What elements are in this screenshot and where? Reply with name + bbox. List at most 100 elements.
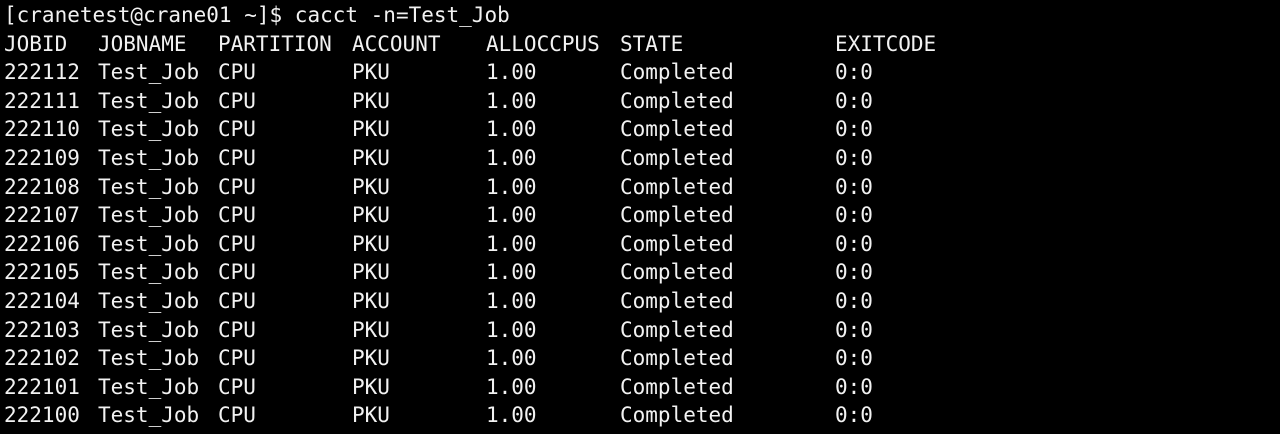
cell-state: Completed	[620, 60, 734, 85]
cell-jobid: 222112	[4, 60, 80, 85]
cell-jobid: 222104	[4, 288, 80, 313]
cell-exitcode: 0:0	[835, 288, 873, 313]
cell-jobname: Test_Job	[98, 346, 200, 371]
cell-jobname: Test_Job	[98, 260, 200, 285]
table-row: 222112 Test_Job CPU PKU 1.00 Completed 0:0	[0, 58, 1280, 87]
cell-state: Completed	[620, 117, 734, 142]
table-row: 222109 Test_Job CPU PKU 1.00 Completed 0:0	[0, 144, 1280, 173]
cell-jobid: 222105	[4, 260, 80, 285]
cell-jobid: 222109	[4, 145, 80, 170]
cell-state: Completed	[620, 317, 734, 342]
cell-alloccpus: 1.00	[486, 88, 537, 113]
cell-exitcode: 0:0	[835, 374, 873, 399]
cell-jobname: Test_Job	[98, 60, 200, 85]
table-row: 222101 Test_Job CPU PKU 1.00 Completed 0:0	[0, 373, 1280, 402]
command-line: [cranetest@crane01 ~]$ cacct -n=Test_Job	[0, 1, 1280, 30]
cell-jobname: Test_Job	[98, 88, 200, 113]
cell-jobid: 222111	[4, 88, 80, 113]
cell-account: PKU	[352, 145, 390, 170]
cell-partition: CPU	[218, 88, 256, 113]
cell-jobid: 222107	[4, 203, 80, 228]
cell-partition: CPU	[218, 374, 256, 399]
cell-exitcode: 0:0	[835, 260, 873, 285]
cell-exitcode: 0:0	[835, 117, 873, 142]
table-row: 222105 Test_Job CPU PKU 1.00 Completed 0:0	[0, 258, 1280, 287]
cell-jobid: 222108	[4, 174, 80, 199]
table-row: 222110 Test_Job CPU PKU 1.00 Completed 0:0	[0, 115, 1280, 144]
cell-partition: CPU	[218, 403, 256, 428]
cell-partition: CPU	[218, 117, 256, 142]
cell-state: Completed	[620, 203, 734, 228]
cell-account: PKU	[352, 317, 390, 342]
cell-exitcode: 0:0	[835, 60, 873, 85]
cell-jobid: 222110	[4, 117, 80, 142]
cell-alloccpus: 1.00	[486, 145, 537, 170]
cell-state: Completed	[620, 231, 734, 256]
cell-partition: CPU	[218, 346, 256, 371]
cell-account: PKU	[352, 346, 390, 371]
cell-exitcode: 0:0	[835, 174, 873, 199]
header-jobname: JOBNAME	[98, 31, 187, 56]
cell-partition: CPU	[218, 174, 256, 199]
cell-alloccpus: 1.00	[486, 231, 537, 256]
table-row: 222108 Test_Job CPU PKU 1.00 Completed 0:0	[0, 173, 1280, 202]
cell-partition: CPU	[218, 145, 256, 170]
cell-alloccpus: 1.00	[486, 317, 537, 342]
cell-jobname: Test_Job	[98, 203, 200, 228]
cell-alloccpus: 1.00	[486, 403, 537, 428]
cell-account: PKU	[352, 260, 390, 285]
cell-jobid: 222106	[4, 231, 80, 256]
cell-state: Completed	[620, 346, 734, 371]
table-header-row: JOBID JOBNAME PARTITION ACCOUNT ALLOCCPU…	[0, 30, 1280, 59]
cell-state: Completed	[620, 288, 734, 313]
cell-alloccpus: 1.00	[486, 117, 537, 142]
command-text: cacct -n=Test_Job	[294, 3, 510, 27]
cell-alloccpus: 1.00	[486, 346, 537, 371]
table-row: 222100 Test_Job CPU PKU 1.00 Completed 0:0	[0, 401, 1280, 430]
cell-account: PKU	[352, 288, 390, 313]
cell-exitcode: 0:0	[835, 88, 873, 113]
cell-account: PKU	[352, 231, 390, 256]
cell-jobname: Test_Job	[98, 403, 200, 428]
cell-state: Completed	[620, 374, 734, 399]
cell-exitcode: 0:0	[835, 317, 873, 342]
table-row: 222106 Test_Job CPU PKU 1.00 Completed 0:0	[0, 230, 1280, 259]
cell-account: PKU	[352, 117, 390, 142]
cell-partition: CPU	[218, 288, 256, 313]
cell-jobname: Test_Job	[98, 374, 200, 399]
cell-jobname: Test_Job	[98, 145, 200, 170]
cell-account: PKU	[352, 374, 390, 399]
cell-exitcode: 0:0	[835, 403, 873, 428]
cell-exitcode: 0:0	[835, 145, 873, 170]
cell-exitcode: 0:0	[835, 203, 873, 228]
cell-jobid: 222103	[4, 317, 80, 342]
cell-alloccpus: 1.00	[486, 288, 537, 313]
table-row: 222107 Test_Job CPU PKU 1.00 Completed 0:0	[0, 201, 1280, 230]
cell-state: Completed	[620, 403, 734, 428]
cell-jobname: Test_Job	[98, 317, 200, 342]
cell-state: Completed	[620, 260, 734, 285]
header-partition: PARTITION	[218, 31, 332, 56]
cell-alloccpus: 1.00	[486, 174, 537, 199]
cell-partition: CPU	[218, 317, 256, 342]
cell-jobid: 222100	[4, 403, 80, 428]
cell-state: Completed	[620, 174, 734, 199]
header-jobid: JOBID	[4, 31, 68, 56]
shell-prompt: [cranetest@crane01 ~]$	[4, 3, 295, 27]
cell-partition: CPU	[218, 260, 256, 285]
cell-account: PKU	[352, 60, 390, 85]
cell-exitcode: 0:0	[835, 231, 873, 256]
cell-state: Completed	[620, 145, 734, 170]
cell-alloccpus: 1.00	[486, 60, 537, 85]
cell-state: Completed	[620, 88, 734, 113]
header-alloccpus: ALLOCCPUS	[486, 31, 600, 56]
cell-account: PKU	[352, 203, 390, 228]
cell-jobname: Test_Job	[98, 288, 200, 313]
cell-account: PKU	[352, 174, 390, 199]
cell-jobname: Test_Job	[98, 174, 200, 199]
terminal-window[interactable]: [cranetest@crane01 ~]$ cacct -n=Test_Job…	[0, 0, 1280, 434]
job-table-body: 222112 Test_Job CPU PKU 1.00 Completed 0:0 2221…	[0, 58, 1280, 430]
table-row: 222104 Test_Job CPU PKU 1.00 Completed 0:0	[0, 287, 1280, 316]
cell-alloccpus: 1.00	[486, 260, 537, 285]
cell-partition: CPU	[218, 60, 256, 85]
